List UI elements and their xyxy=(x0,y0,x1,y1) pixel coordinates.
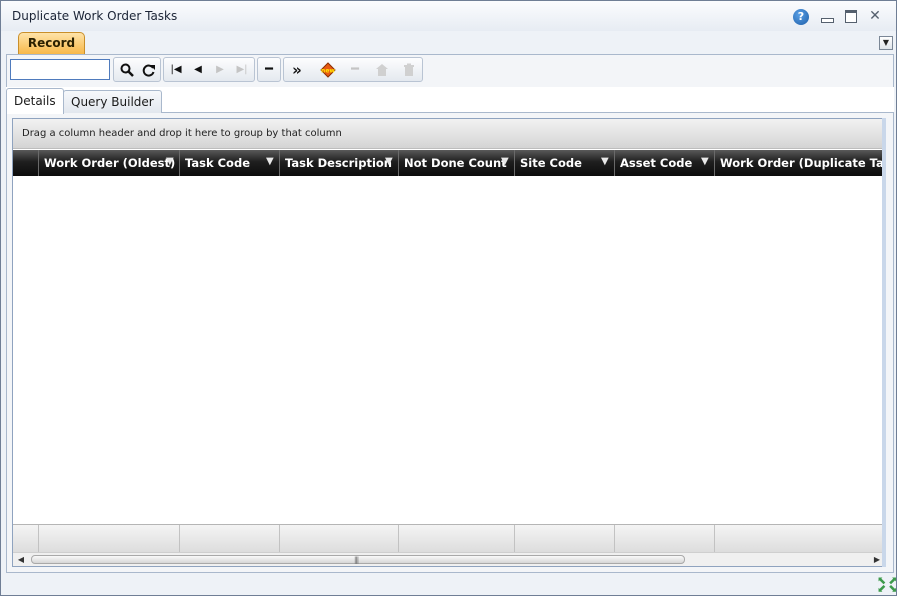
footer-cell xyxy=(13,525,38,553)
refresh-icon[interactable] xyxy=(139,60,159,80)
tab-menu-dropdown-icon[interactable]: ▼ xyxy=(879,36,893,50)
column-header-label: Asset Code xyxy=(620,156,693,170)
scroll-left-icon[interactable]: ◀ xyxy=(14,553,28,566)
window-title: Duplicate Work Order Tasks xyxy=(12,9,178,23)
minus-icon[interactable]: ━ xyxy=(259,60,279,80)
status-bar: ⬉⬈ ⬋⬊ xyxy=(1,573,897,595)
column-header-label: Work Order (Oldest) xyxy=(44,156,176,170)
filter-icon[interactable]: ▼ xyxy=(601,156,610,167)
filter-icon[interactable]: ▼ xyxy=(166,156,175,167)
footer-cell xyxy=(714,525,883,553)
last-record-icon[interactable]: ▶| xyxy=(232,60,252,80)
close-icon[interactable]: ✕ xyxy=(867,8,883,24)
home-icon[interactable] xyxy=(372,60,392,80)
search-input[interactable] xyxy=(10,59,110,80)
group-by-panel[interactable]: Drag a column header and drop it here to… xyxy=(13,119,883,149)
column-header-not-done-count[interactable]: Not Done Count ▼ xyxy=(398,150,514,176)
grid-header-row: Work Order (Oldest) ▼ Task Code ▼ Task D… xyxy=(13,150,883,176)
window: Duplicate Work Order Tasks ? ✕ Record ▼ … xyxy=(0,0,897,596)
help-icon[interactable]: ? xyxy=(793,9,809,25)
tab-record[interactable]: Record xyxy=(18,32,85,54)
vertical-scrollbar[interactable] xyxy=(882,118,886,567)
grid-body xyxy=(13,176,883,524)
footer-cell xyxy=(514,525,614,553)
new-record-icon[interactable]: new xyxy=(318,60,338,80)
title-bar: Duplicate Work Order Tasks ? ✕ xyxy=(1,1,896,31)
detail-tab-strip: Details Query Builder xyxy=(6,87,894,114)
column-header-task-description[interactable]: Task Description ▼ xyxy=(279,150,398,176)
first-record-icon[interactable]: |◀ xyxy=(166,60,186,80)
next-record-icon[interactable]: ▶ xyxy=(210,60,230,80)
forward-icon[interactable]: » xyxy=(287,60,307,80)
svg-text:new: new xyxy=(321,68,335,75)
column-header-label: Site Code xyxy=(520,156,582,170)
tab-query-builder[interactable]: Query Builder xyxy=(63,90,162,113)
column-header-work-order-duplicate-task[interactable]: Work Order (Duplicate Task) xyxy=(714,150,883,176)
column-header-label: Work Order (Duplicate Task) xyxy=(720,156,883,170)
filter-icon[interactable]: ▼ xyxy=(385,156,394,167)
column-header-label: Task Description xyxy=(285,156,392,170)
data-grid: Drag a column header and drop it here to… xyxy=(12,118,884,567)
scrollbar-thumb[interactable]: ||| xyxy=(31,555,685,564)
row-indicator-header xyxy=(13,150,38,176)
footer-cell xyxy=(38,525,179,553)
minimize-icon[interactable] xyxy=(819,8,835,24)
grip-icon: ||| xyxy=(354,556,359,564)
previous-record-icon[interactable]: ◀ xyxy=(188,60,208,80)
filter-icon[interactable]: ▼ xyxy=(701,156,710,167)
maximize-icon[interactable] xyxy=(843,8,859,24)
footer-cell xyxy=(179,525,279,553)
record-actions-group: » new ━ xyxy=(283,57,423,82)
grid-footer-row xyxy=(13,524,883,553)
footer-cell xyxy=(614,525,714,553)
filter-icon[interactable]: ▼ xyxy=(266,156,275,167)
column-header-asset-code[interactable]: Asset Code ▼ xyxy=(614,150,714,176)
footer-cell xyxy=(279,525,398,553)
search-icon[interactable] xyxy=(117,60,137,80)
filter-icon[interactable]: ▼ xyxy=(501,156,510,167)
navigation-button-group: |◀ ◀ ▶ ▶| xyxy=(163,57,255,82)
horizontal-scrollbar[interactable]: ◀ ||| ▶ xyxy=(13,552,883,566)
column-header-site-code[interactable]: Site Code ▼ xyxy=(514,150,614,176)
delete-icon[interactable] xyxy=(399,60,419,80)
column-header-task-code[interactable]: Task Code ▼ xyxy=(179,150,279,176)
tab-details[interactable]: Details xyxy=(6,88,64,114)
column-header-label: Not Done Count xyxy=(404,156,507,170)
resize-grip-icon[interactable]: ⬉⬈ ⬋⬊ xyxy=(877,575,897,594)
footer-cell xyxy=(398,525,514,553)
search-button-group xyxy=(113,57,161,82)
remove-icon[interactable]: ━ xyxy=(345,60,365,80)
column-header-label: Task Code xyxy=(185,156,250,170)
column-header-work-order-oldest[interactable]: Work Order (Oldest) ▼ xyxy=(38,150,179,176)
collapse-button-group: ━ xyxy=(257,57,281,82)
